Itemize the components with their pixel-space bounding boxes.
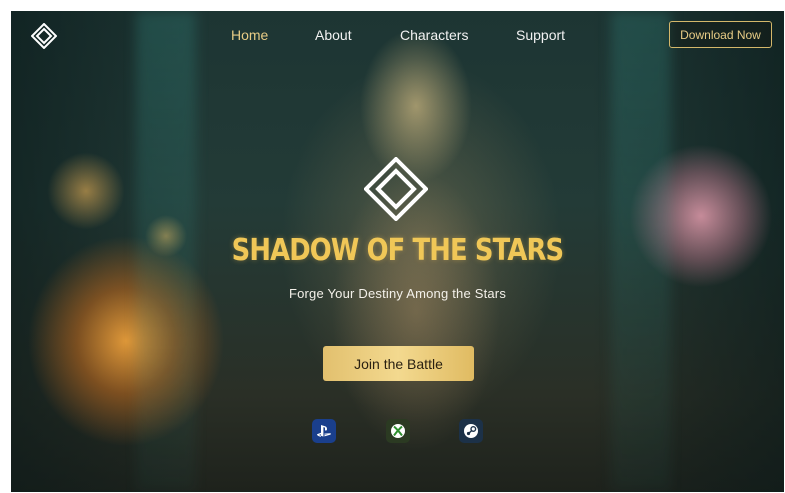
- nav-about[interactable]: About: [315, 27, 352, 43]
- playstation-icon: [317, 425, 331, 437]
- hero-section: Home About Characters Support Download N…: [11, 11, 784, 492]
- xbox-icon: [391, 424, 405, 438]
- steam-icon: [464, 424, 478, 438]
- nav-characters[interactable]: Characters: [400, 27, 468, 43]
- hero-subtitle: Forge Your Destiny Among the Stars: [288, 286, 507, 301]
- nav-home[interactable]: Home: [231, 27, 268, 43]
- download-now-button[interactable]: Download Now: [669, 21, 772, 48]
- playstation-button[interactable]: [312, 419, 336, 443]
- hero-title: SHADOW OF THE STARS: [231, 233, 564, 268]
- game-logo-icon: [364, 157, 428, 221]
- xbox-button[interactable]: [386, 419, 410, 443]
- steam-button[interactable]: [459, 419, 483, 443]
- join-battle-button[interactable]: Join the Battle: [323, 346, 474, 381]
- nav-support[interactable]: Support: [516, 27, 565, 43]
